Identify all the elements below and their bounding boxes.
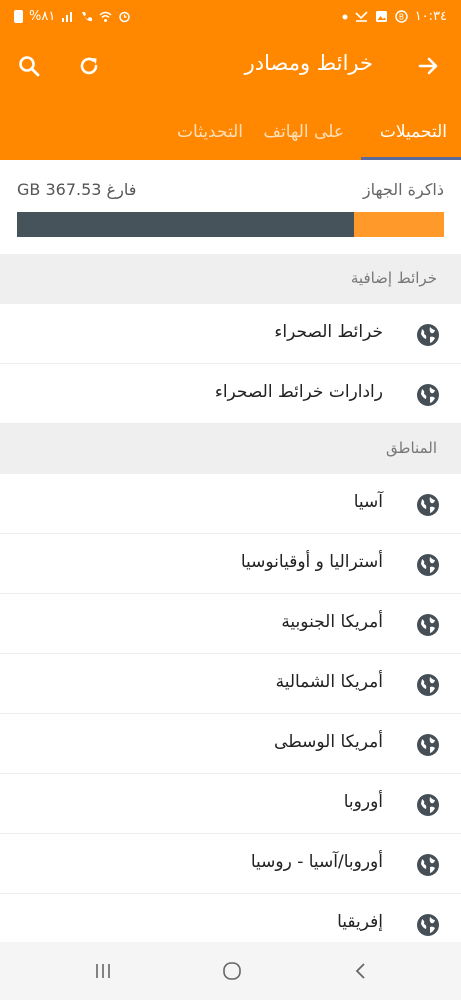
tab-downloads[interactable]: التحميلات	[380, 122, 447, 142]
section-title: المناطق	[386, 439, 437, 457]
list-item-label: أوروبا/آسيا - روسيا	[250, 852, 383, 872]
section-header-extra-maps: خرائط إضافية	[0, 254, 461, 304]
recent-apps-icon	[96, 964, 110, 978]
list-item-region[interactable]: أوروبا/آسيا - روسيا	[0, 834, 461, 894]
alarm-icon	[119, 11, 131, 23]
list-item-desert-radars[interactable]: رادارات خرائط الصحراء	[0, 364, 461, 424]
system-nav-bar	[0, 942, 461, 1000]
list-item-label: آسيا	[353, 492, 383, 512]
globe-icon	[417, 494, 439, 516]
memory-used-fill	[17, 212, 355, 237]
dot-icon	[342, 14, 348, 20]
globe-icon	[417, 384, 439, 406]
wifi-icon	[99, 11, 112, 22]
free-space-text: فارغ GB 367.53	[17, 180, 137, 199]
home-icon	[223, 962, 241, 980]
list-item-region[interactable]: آسيا	[0, 474, 461, 534]
tab-on-phone[interactable]: على الهاتف	[263, 122, 344, 142]
search-button[interactable]	[14, 51, 44, 81]
globe-icon	[417, 324, 439, 346]
status-bar: %٨١ B ١٠:٣٤	[0, 0, 461, 33]
list-item-label: أمريكا الشمالية	[275, 672, 383, 692]
b-badge-icon: B	[394, 10, 408, 23]
chevron-left-icon	[355, 963, 365, 979]
device-memory-label: ذاكرة الجهاز	[362, 180, 444, 199]
globe-icon	[417, 854, 439, 876]
refresh-icon	[80, 57, 98, 75]
status-bar-right: B ١٠:٣٤	[342, 9, 447, 24]
search-icon	[19, 56, 40, 77]
missed-call-icon	[355, 11, 368, 22]
section-header-regions: المناطق	[0, 424, 461, 474]
list-item-label: أوروبا	[343, 792, 383, 812]
memory-usage-bar	[17, 212, 444, 237]
battery-level: %٨١	[29, 9, 56, 24]
globe-icon	[417, 554, 439, 576]
tab-bar: التحميلات على الهاتف التحديثات	[0, 108, 461, 160]
battery-icon	[14, 10, 23, 23]
tab-updates[interactable]: التحديثات	[177, 122, 243, 142]
refresh-button[interactable]	[74, 51, 104, 81]
globe-icon	[417, 674, 439, 696]
clock: ١٠:٣٤	[414, 9, 447, 24]
call-icon	[82, 12, 93, 22]
list-item-label: إفريقيا	[337, 912, 383, 932]
back-button[interactable]	[413, 51, 443, 81]
globe-icon	[417, 734, 439, 756]
page-title: خرائط ومصادر	[244, 51, 373, 75]
nav-back-button[interactable]	[349, 959, 373, 983]
globe-icon	[417, 614, 439, 636]
list-item-label: أستراليا و أوقيانوسيا	[240, 552, 383, 572]
svg-text:B: B	[399, 12, 404, 21]
back-arrow-icon	[418, 57, 438, 75]
device-memory-panel: ذاكرة الجهاز فارغ GB 367.53	[0, 160, 461, 254]
list-item-desert-maps[interactable]: خرائط الصحراء	[0, 304, 461, 364]
section-title: خرائط إضافية	[350, 269, 437, 287]
gallery-icon	[375, 11, 387, 22]
list-item-label: رادارات خرائط الصحراء	[214, 382, 383, 402]
list-item-label: أمريكا الوسطى	[274, 732, 383, 752]
list-item-label: أمريكا الجنوبية	[281, 612, 383, 632]
recent-apps-button[interactable]	[91, 959, 115, 983]
list-item-region[interactable]: أمريكا الشمالية	[0, 654, 461, 714]
signal-icon	[62, 12, 73, 22]
list-item-label: خرائط الصحراء	[274, 322, 383, 342]
status-bar-left: %٨١	[14, 9, 131, 24]
list-item-region[interactable]: أستراليا و أوقيانوسيا	[0, 534, 461, 594]
globe-icon	[417, 794, 439, 816]
globe-icon	[417, 914, 439, 936]
app-bar: خرائط ومصادر التحميلات على الهاتف التحدي…	[0, 33, 461, 160]
list-item-region[interactable]: أمريكا الجنوبية	[0, 594, 461, 654]
list-item-region[interactable]: أوروبا	[0, 774, 461, 834]
list-item-region[interactable]: أمريكا الوسطى	[0, 714, 461, 774]
home-button[interactable]	[220, 959, 244, 983]
